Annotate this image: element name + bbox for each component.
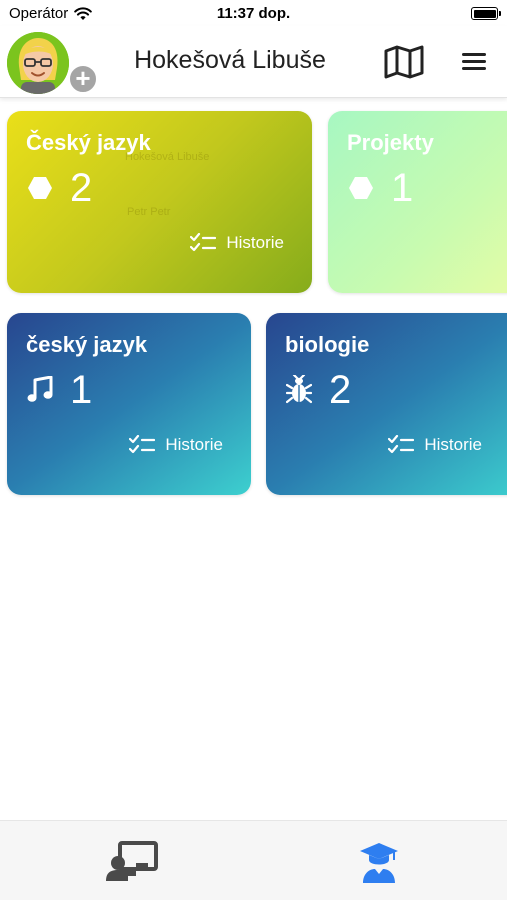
battery-icon xyxy=(471,7,501,20)
map-button[interactable] xyxy=(382,45,426,79)
card-title: biologie xyxy=(285,332,370,357)
map-icon xyxy=(384,45,424,79)
plus-icon: + xyxy=(75,63,91,93)
subject-card[interactable]: český jazyk 1 Historie xyxy=(7,313,251,495)
card-count: 1 xyxy=(391,166,414,210)
history-link[interactable]: Historie xyxy=(388,435,482,455)
subject-card[interactable]: biologie 2 Historie xyxy=(266,313,507,495)
card-title: český jazyk xyxy=(26,332,148,357)
ghost-student-name: Petr Petr xyxy=(127,206,171,218)
menu-button[interactable] xyxy=(462,50,492,76)
subject-card[interactable]: Projekty 1 xyxy=(328,111,507,293)
app-header: + Hokešová Libuše xyxy=(0,26,507,98)
teacher-board-icon xyxy=(106,841,158,881)
history-label: Historie xyxy=(165,435,223,454)
checklist-icon xyxy=(129,435,156,454)
card-title: Projekty xyxy=(347,130,434,155)
bug-icon xyxy=(285,375,313,405)
status-time: 11:37 dop. xyxy=(216,5,291,22)
hexagon-icon xyxy=(26,173,54,203)
history-link[interactable]: Historie xyxy=(129,435,223,455)
avatar-face-icon xyxy=(7,32,69,94)
card-count: 2 xyxy=(329,368,352,412)
checklist-icon xyxy=(190,233,217,252)
add-profile-button[interactable]: + xyxy=(68,64,98,94)
music-note-icon xyxy=(26,375,54,405)
avatar[interactable] xyxy=(7,32,69,94)
hamburger-menu-icon xyxy=(462,53,492,70)
history-label: Historie xyxy=(424,435,482,454)
card-count: 2 xyxy=(70,166,93,210)
status-bar: Operátor 11:37 dop. xyxy=(0,0,507,26)
tab-bar xyxy=(0,820,507,900)
history-link[interactable]: Historie xyxy=(190,233,284,253)
card-count: 1 xyxy=(70,368,93,412)
checklist-icon xyxy=(388,435,415,454)
page-title: Hokešová Libuše xyxy=(134,46,326,74)
hexagon-icon xyxy=(347,173,375,203)
card-title: Český jazyk xyxy=(26,130,151,155)
tab-student[interactable] xyxy=(352,839,406,885)
history-label: Historie xyxy=(226,233,284,252)
subject-card[interactable]: Hokešová Libuše Petr Petr Český jazyk 2 … xyxy=(7,111,312,293)
tab-classroom[interactable] xyxy=(105,839,159,885)
graduate-student-icon xyxy=(360,843,398,883)
